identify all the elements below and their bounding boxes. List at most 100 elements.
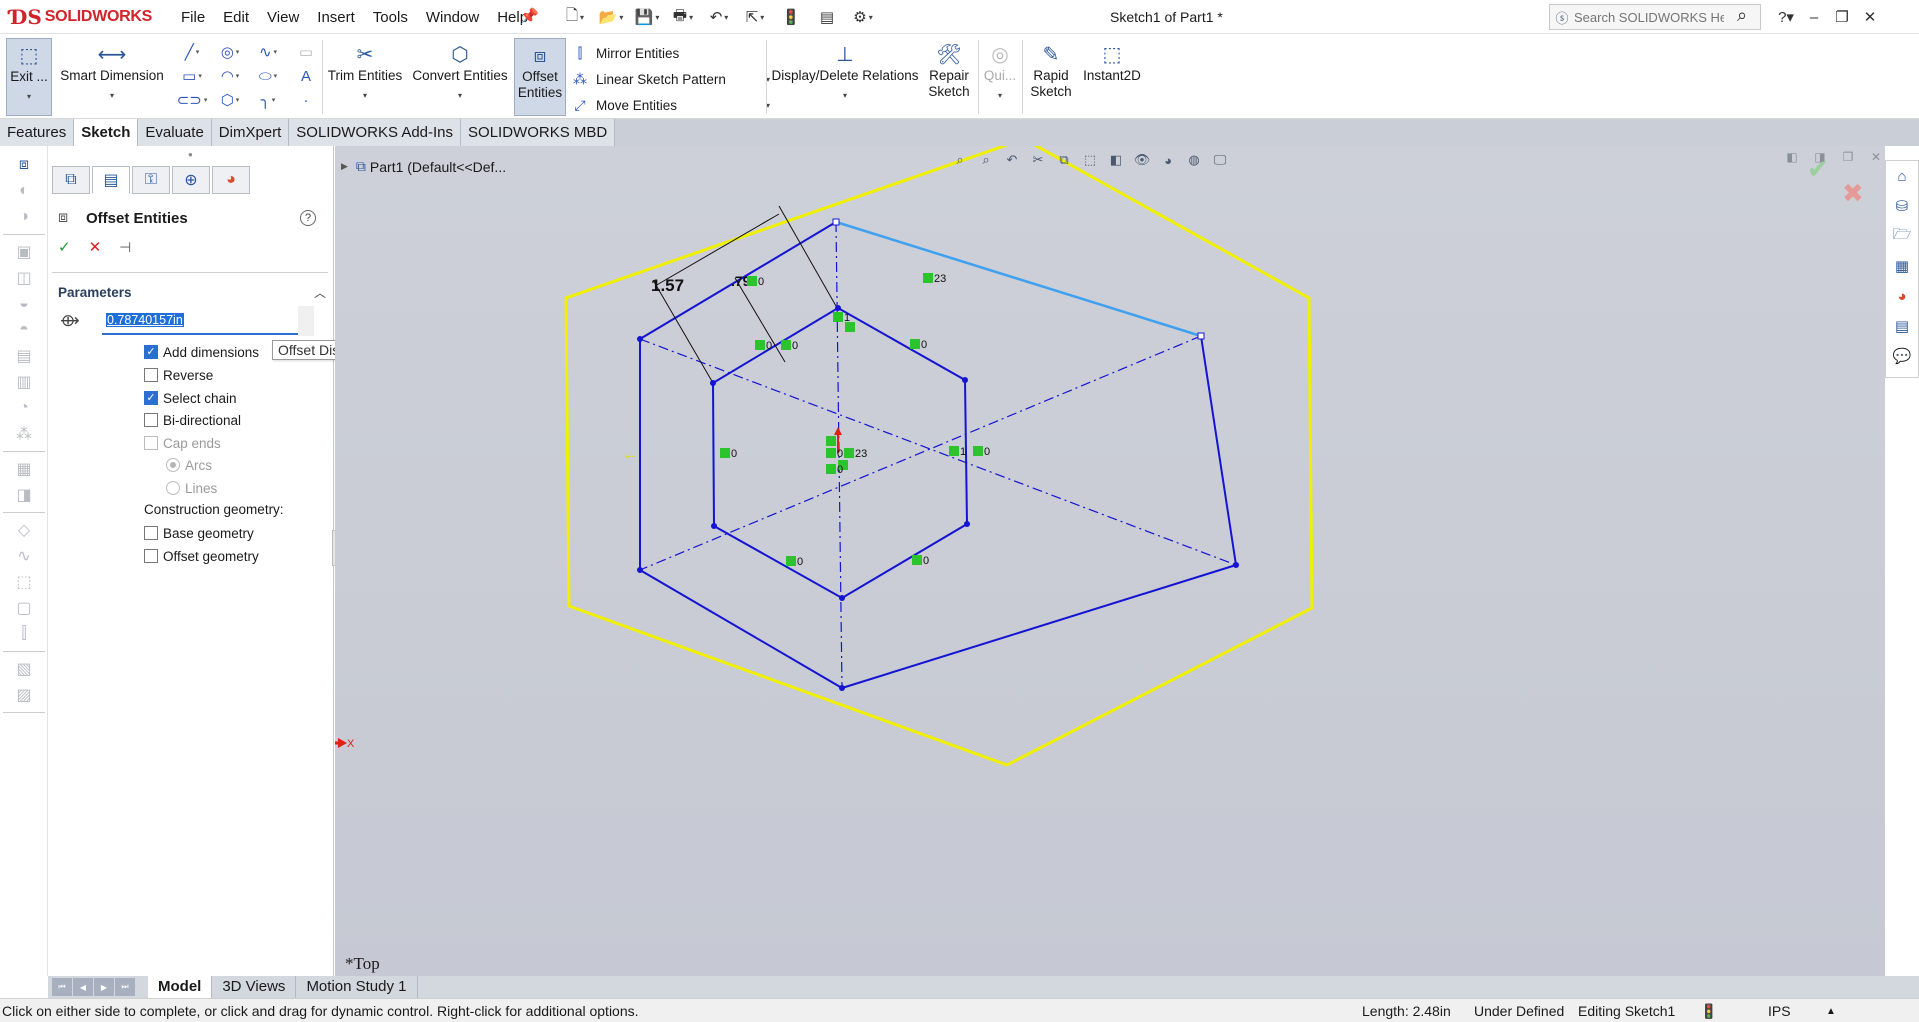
viewport-prev-icon[interactable]: ◧	[1782, 150, 1802, 164]
panel-grip-icon[interactable]: ●	[188, 150, 193, 159]
sweep-icon[interactable]: ◑	[0, 204, 48, 230]
view-palette-icon[interactable]: ▦	[1886, 251, 1918, 281]
relation-marker[interactable]: 0	[786, 556, 803, 568]
relation-marker[interactable]	[845, 322, 855, 332]
slot-icon[interactable]: ⊂⊃ ▾	[173, 88, 211, 112]
dynamic-annotation-icon[interactable]: ⧉	[1052, 148, 1076, 172]
fillet-icon[interactable]: ╮ ▾	[249, 88, 287, 112]
fillet-feature-icon[interactable]: ◔	[0, 395, 48, 421]
ellipse-icon[interactable]: ⬭ ▾	[249, 64, 287, 88]
sketch-canvas[interactable]: 1.57 .79 0 23 1 0 0 0 0 0 23 0 1 0 0 0 ←…	[335, 146, 1885, 976]
extrude-boss-icon[interactable]: ⧈	[0, 152, 48, 178]
tab-mbd[interactable]: SOLIDWORKS MBD	[461, 119, 616, 146]
exit-sketch-button[interactable]: ⬚ Exit ... ▾	[6, 38, 52, 116]
relation-marker[interactable]: 1	[949, 446, 966, 458]
reference-geometry-icon[interactable]: ◇	[0, 517, 48, 543]
search-input[interactable]	[1574, 9, 1724, 25]
view-settings-icon[interactable]: 🖵	[1208, 148, 1232, 172]
instant2d-button[interactable]: ⬚ Instant2D	[1080, 38, 1144, 116]
offset-geometry-checkbox[interactable]	[144, 549, 158, 563]
swept-cut-icon[interactable]: ◓	[0, 317, 48, 343]
tab-features[interactable]: Features	[0, 119, 75, 146]
status-units[interactable]: IPS	[1768, 1003, 1791, 1019]
offset-distance-spinner[interactable]	[298, 306, 314, 336]
tab-dimxpert[interactable]: DimXpert	[211, 119, 290, 146]
save-icon[interactable]: 💾 ▾	[630, 5, 664, 29]
restore-icon[interactable]: ❐	[1828, 8, 1856, 26]
forum-icon[interactable]: 💬	[1886, 341, 1918, 371]
appearances-icon[interactable]: ◕	[1886, 281, 1918, 311]
rectangle-icon[interactable]: ▭ ▾	[173, 64, 211, 88]
viewport-restore-icon[interactable]: ❐	[1838, 150, 1858, 164]
viewport-close-icon[interactable]: ✕	[1866, 150, 1885, 164]
menu-insert[interactable]: Insert	[308, 9, 364, 26]
select-icon[interactable]: ⇱ ▾	[738, 5, 772, 29]
relation-marker[interactable]: 23	[923, 273, 946, 285]
revolved-cut-icon[interactable]: ◒	[0, 291, 48, 317]
add-dimensions-checkbox[interactable]: ✓	[144, 345, 158, 359]
file-explorer-icon[interactable]: 🗁	[1886, 221, 1918, 251]
draft-icon[interactable]: ◨	[0, 482, 48, 508]
minimize-icon[interactable]: –	[1800, 9, 1828, 26]
hide-show-items-icon[interactable]: 👁	[1130, 148, 1154, 172]
smart-dimension-button[interactable]: ⟷ Smart Dimension ▾	[58, 38, 166, 116]
file-properties-icon[interactable]: ▤	[810, 5, 844, 29]
units-dropdown-icon[interactable]: ▲	[1826, 1006, 1836, 1017]
relation-marker[interactable]	[826, 436, 836, 446]
offset-geometry-option[interactable]: Offset geometry	[144, 546, 259, 566]
boundary-cut-icon[interactable]: ▥	[0, 369, 48, 395]
polygon-icon[interactable]: ⬡ ▾	[211, 88, 249, 112]
relation-marker[interactable]: 0	[826, 448, 843, 460]
solidworks-logo[interactable]: ƊS SOLIDWORKS	[10, 4, 158, 30]
relation-marker[interactable]: 0	[826, 464, 843, 476]
display-delete-relations-button[interactable]: ⊥ Display/Delete Relations ▾	[770, 38, 920, 116]
rebuild-icon[interactable]: 🚦	[774, 5, 808, 29]
spline-icon[interactable]: ∿ ▾	[249, 40, 287, 64]
keep-visible-pin-icon[interactable]: ⊣	[119, 239, 131, 256]
instant3d-icon[interactable]: ⬚	[0, 569, 48, 595]
relation-marker[interactable]: 0	[781, 340, 798, 352]
print-icon[interactable]: 🖶 ▾	[666, 5, 700, 29]
base-geometry-option[interactable]: Base geometry	[144, 523, 254, 543]
close-icon[interactable]: ✕	[1856, 8, 1884, 26]
point-icon[interactable]: ·	[287, 88, 325, 112]
mirror-feature-icon[interactable]: ⫿	[0, 621, 48, 647]
relation-marker[interactable]: 23	[844, 448, 867, 460]
display-manager-tab-icon[interactable]: ◕	[212, 166, 250, 194]
first-tab-icon[interactable]: ⏮	[52, 978, 72, 996]
trim-entities-button[interactable]: ✂ Trim Entities ▾	[326, 38, 404, 116]
menu-tools[interactable]: Tools	[364, 9, 417, 26]
ok-check-icon[interactable]: ✓	[58, 238, 71, 256]
line-icon[interactable]: ╱ ▾	[173, 40, 211, 64]
curves-icon[interactable]: ∿	[0, 543, 48, 569]
quick-snaps-button[interactable]: ◎ Qui... ▾	[982, 38, 1018, 116]
zoom-to-fit-icon[interactable]: ⌕	[948, 148, 972, 172]
solid-body-icon[interactable]: ▨	[0, 682, 48, 708]
tab-model[interactable]: Model	[148, 976, 213, 998]
view-orientation-icon[interactable]: ⬚	[1078, 148, 1102, 172]
configuration-manager-tab-icon[interactable]: ⚿	[132, 166, 170, 194]
expand-arrow-icon[interactable]: ▶	[341, 161, 348, 172]
custom-properties-icon[interactable]: ▤	[1886, 311, 1918, 341]
rapid-sketch-button[interactable]: ✎ Rapid Sketch	[1026, 38, 1076, 116]
offset-entities-button[interactable]: ⧈ Offset Entities	[514, 38, 566, 116]
tab-addins[interactable]: SOLIDWORKS Add-Ins	[289, 119, 462, 146]
plane-icon[interactable]: ▭	[287, 40, 325, 64]
menu-window[interactable]: Window	[417, 9, 488, 26]
select-chain-option[interactable]: ✓ Select chain	[144, 388, 237, 408]
next-tab-icon[interactable]: ▶	[94, 978, 114, 996]
open-document-icon[interactable]: 📂 ▾	[594, 5, 628, 29]
convert-entities-button[interactable]: ⬡ Convert Entities ▾	[410, 38, 510, 116]
section-view-icon[interactable]: ✂	[1026, 148, 1050, 172]
rebuild-status-icon[interactable]: 🚦	[1700, 1003, 1717, 1020]
home-icon[interactable]: ⌂	[1886, 161, 1918, 191]
circle-icon[interactable]: ◎ ▾	[211, 40, 249, 64]
bi-directional-checkbox[interactable]	[144, 413, 158, 427]
zoom-to-area-icon[interactable]: ⌕	[974, 148, 998, 172]
relation-marker[interactable]: 0	[973, 446, 990, 458]
help-menu-icon[interactable]: ?▾	[1772, 8, 1800, 26]
previous-view-icon[interactable]: ↶	[1000, 148, 1024, 172]
options-gear-icon[interactable]: ⚙ ▾	[846, 5, 880, 29]
last-tab-icon[interactable]: ⏭	[115, 978, 135, 996]
display-style-icon[interactable]: ◧	[1104, 148, 1128, 172]
